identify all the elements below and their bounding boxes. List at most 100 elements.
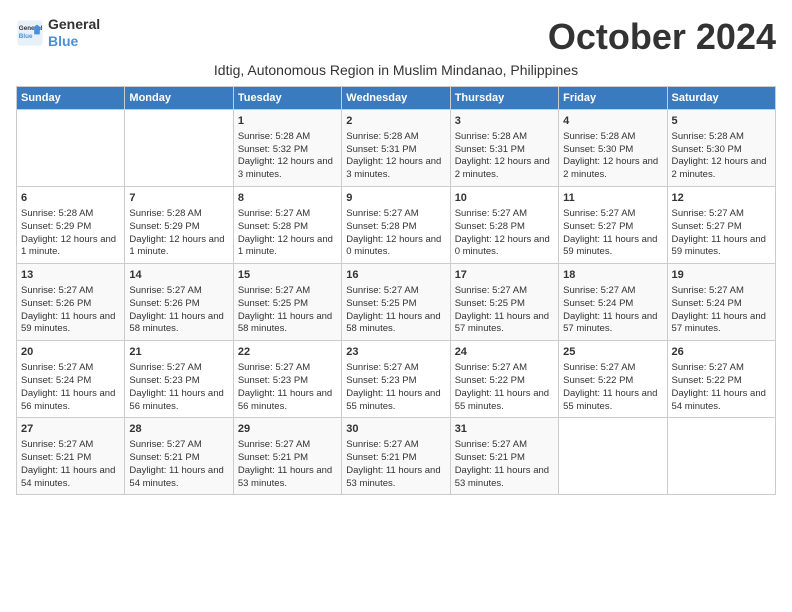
day-info-line: Daylight: 11 hours and 54 minutes. [129, 465, 228, 491]
day-cell: 6Sunrise: 5:28 AMSunset: 5:29 PMDaylight… [17, 187, 125, 264]
day-info-line: Daylight: 12 hours and 1 minute. [238, 234, 337, 260]
day-number: 28 [129, 422, 228, 437]
day-cell [125, 110, 233, 187]
day-info-line: Sunset: 5:24 PM [563, 298, 662, 311]
day-number: 15 [238, 268, 337, 283]
day-info-line: Daylight: 11 hours and 55 minutes. [563, 388, 662, 414]
day-info-line: Sunrise: 5:27 AM [563, 285, 662, 298]
day-cell: 2Sunrise: 5:28 AMSunset: 5:31 PMDaylight… [342, 110, 450, 187]
day-info-line: Sunrise: 5:27 AM [672, 208, 771, 221]
day-info-line: Sunrise: 5:27 AM [455, 362, 554, 375]
day-info-line: Sunset: 5:32 PM [238, 144, 337, 157]
day-info-line: Sunrise: 5:27 AM [455, 439, 554, 452]
day-info-line: Daylight: 12 hours and 0 minutes. [346, 234, 445, 260]
day-info-line: Sunrise: 5:27 AM [346, 362, 445, 375]
day-info-line: Sunset: 5:25 PM [455, 298, 554, 311]
week-row-3: 13Sunrise: 5:27 AMSunset: 5:26 PMDayligh… [17, 264, 776, 341]
day-cell: 10Sunrise: 5:27 AMSunset: 5:28 PMDayligh… [450, 187, 558, 264]
day-info-line: Sunset: 5:28 PM [346, 221, 445, 234]
day-number: 11 [563, 191, 662, 206]
day-info-line: Sunrise: 5:27 AM [129, 285, 228, 298]
day-number: 2 [346, 114, 445, 129]
day-cell: 27Sunrise: 5:27 AMSunset: 5:21 PMDayligh… [17, 418, 125, 495]
day-number: 17 [455, 268, 554, 283]
day-info-line: Sunset: 5:23 PM [129, 375, 228, 388]
col-header-monday: Monday [125, 87, 233, 110]
day-number: 23 [346, 345, 445, 360]
day-cell: 5Sunrise: 5:28 AMSunset: 5:30 PMDaylight… [667, 110, 775, 187]
day-cell: 1Sunrise: 5:28 AMSunset: 5:32 PMDaylight… [233, 110, 341, 187]
header-row: SundayMondayTuesdayWednesdayThursdayFrid… [17, 87, 776, 110]
day-info-line: Sunrise: 5:27 AM [238, 285, 337, 298]
day-number: 22 [238, 345, 337, 360]
day-info-line: Daylight: 11 hours and 55 minutes. [455, 388, 554, 414]
subtitle: Idtig, Autonomous Region in Muslim Minda… [16, 62, 776, 78]
col-header-wednesday: Wednesday [342, 87, 450, 110]
day-cell: 22Sunrise: 5:27 AMSunset: 5:23 PMDayligh… [233, 341, 341, 418]
col-header-saturday: Saturday [667, 87, 775, 110]
day-info-line: Sunrise: 5:27 AM [21, 439, 120, 452]
day-info-line: Daylight: 12 hours and 2 minutes. [672, 156, 771, 182]
day-info-line: Sunrise: 5:27 AM [129, 439, 228, 452]
day-cell: 24Sunrise: 5:27 AMSunset: 5:22 PMDayligh… [450, 341, 558, 418]
day-info-line: Sunset: 5:21 PM [21, 452, 120, 465]
day-info-line: Sunset: 5:22 PM [563, 375, 662, 388]
week-row-1: 1Sunrise: 5:28 AMSunset: 5:32 PMDaylight… [17, 110, 776, 187]
day-info-line: Daylight: 11 hours and 54 minutes. [21, 465, 120, 491]
day-info-line: Daylight: 11 hours and 56 minutes. [238, 388, 337, 414]
day-info-line: Daylight: 12 hours and 3 minutes. [346, 156, 445, 182]
day-info-line: Sunrise: 5:27 AM [455, 285, 554, 298]
day-info-line: Sunrise: 5:28 AM [346, 131, 445, 144]
day-info-line: Daylight: 12 hours and 1 minute. [21, 234, 120, 260]
day-cell [559, 418, 667, 495]
day-info-line: Daylight: 11 hours and 57 minutes. [563, 311, 662, 337]
day-info-line: Sunrise: 5:27 AM [563, 208, 662, 221]
day-info-line: Sunrise: 5:28 AM [238, 131, 337, 144]
day-cell: 26Sunrise: 5:27 AMSunset: 5:22 PMDayligh… [667, 341, 775, 418]
col-header-tuesday: Tuesday [233, 87, 341, 110]
day-info-line: Daylight: 11 hours and 58 minutes. [129, 311, 228, 337]
logo-text: General Blue [48, 16, 100, 50]
day-cell: 16Sunrise: 5:27 AMSunset: 5:25 PMDayligh… [342, 264, 450, 341]
day-number: 13 [21, 268, 120, 283]
col-header-sunday: Sunday [17, 87, 125, 110]
day-number: 29 [238, 422, 337, 437]
day-info-line: Sunset: 5:31 PM [455, 144, 554, 157]
day-info-line: Sunrise: 5:27 AM [21, 285, 120, 298]
week-row-4: 20Sunrise: 5:27 AMSunset: 5:24 PMDayligh… [17, 341, 776, 418]
day-number: 8 [238, 191, 337, 206]
day-cell: 20Sunrise: 5:27 AMSunset: 5:24 PMDayligh… [17, 341, 125, 418]
day-info-line: Sunset: 5:23 PM [346, 375, 445, 388]
logo-icon: General Blue [16, 19, 44, 47]
day-info-line: Sunset: 5:25 PM [346, 298, 445, 311]
day-info-line: Sunset: 5:30 PM [563, 144, 662, 157]
day-info-line: Sunrise: 5:28 AM [455, 131, 554, 144]
day-cell: 13Sunrise: 5:27 AMSunset: 5:26 PMDayligh… [17, 264, 125, 341]
day-number: 1 [238, 114, 337, 129]
day-info-line: Sunset: 5:26 PM [129, 298, 228, 311]
day-cell: 8Sunrise: 5:27 AMSunset: 5:28 PMDaylight… [233, 187, 341, 264]
day-info-line: Daylight: 11 hours and 56 minutes. [129, 388, 228, 414]
day-info-line: Sunrise: 5:27 AM [129, 362, 228, 375]
day-info-line: Sunset: 5:27 PM [672, 221, 771, 234]
day-info-line: Daylight: 11 hours and 56 minutes. [21, 388, 120, 414]
day-cell: 25Sunrise: 5:27 AMSunset: 5:22 PMDayligh… [559, 341, 667, 418]
day-info-line: Sunset: 5:25 PM [238, 298, 337, 311]
logo: General Blue General Blue [16, 16, 100, 50]
day-info-line: Sunset: 5:24 PM [21, 375, 120, 388]
day-info-line: Daylight: 11 hours and 53 minutes. [455, 465, 554, 491]
day-info-line: Sunrise: 5:27 AM [563, 362, 662, 375]
day-info-line: Sunset: 5:26 PM [21, 298, 120, 311]
day-cell: 17Sunrise: 5:27 AMSunset: 5:25 PMDayligh… [450, 264, 558, 341]
col-header-friday: Friday [559, 87, 667, 110]
day-info-line: Daylight: 11 hours and 53 minutes. [238, 465, 337, 491]
day-info-line: Daylight: 11 hours and 58 minutes. [346, 311, 445, 337]
calendar-table: SundayMondayTuesdayWednesdayThursdayFrid… [16, 86, 776, 495]
day-number: 19 [672, 268, 771, 283]
day-info-line: Sunrise: 5:27 AM [346, 208, 445, 221]
day-info-line: Sunrise: 5:27 AM [238, 208, 337, 221]
day-cell: 12Sunrise: 5:27 AMSunset: 5:27 PMDayligh… [667, 187, 775, 264]
day-info-line: Sunrise: 5:27 AM [455, 208, 554, 221]
day-number: 14 [129, 268, 228, 283]
month-title: October 2024 [548, 16, 776, 58]
